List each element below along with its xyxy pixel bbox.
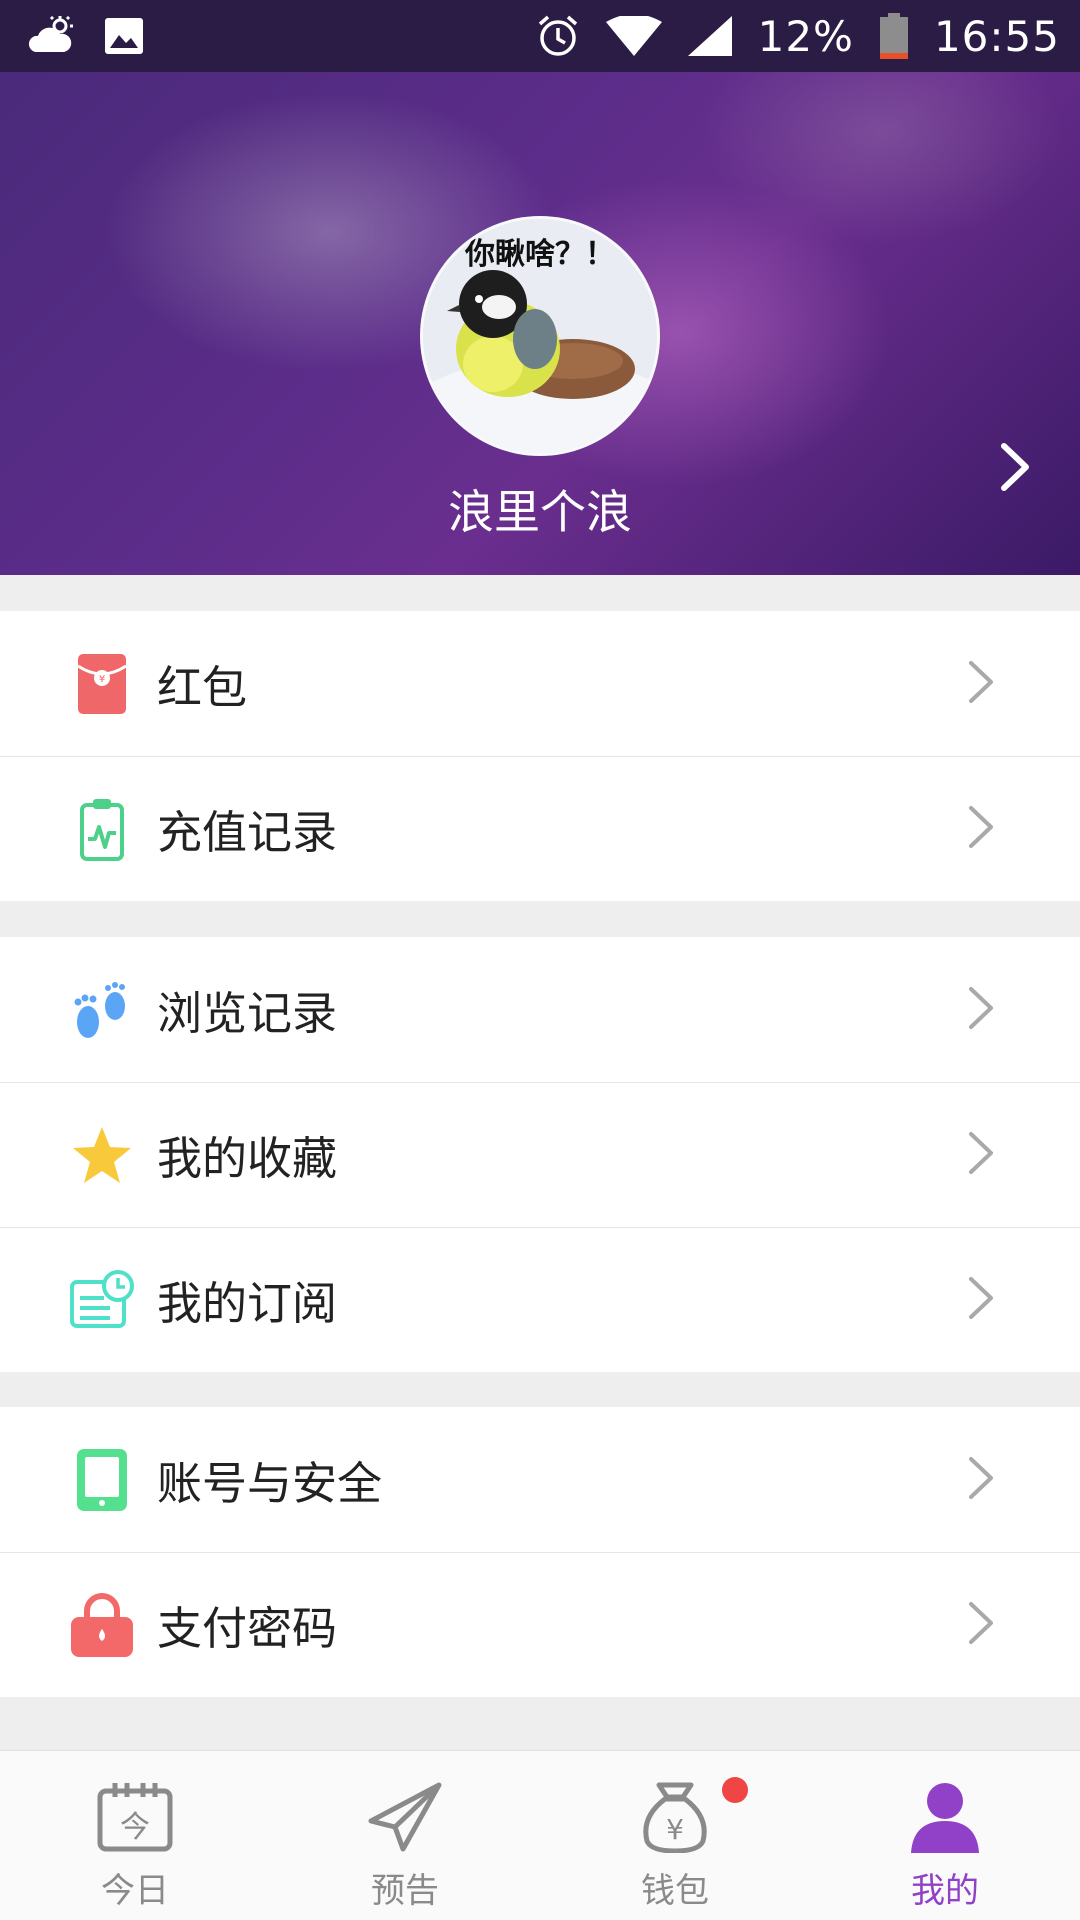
menu-label: 充值记录 — [157, 806, 338, 859]
weather-icon — [28, 16, 78, 56]
nav-label: 今日 — [101, 1871, 169, 1911]
profile-chevron-right-icon[interactable] — [998, 442, 1032, 496]
profile-header[interactable]: 你瞅啥？！ 浪里个浪 — [0, 72, 1080, 575]
status-right: 12% 16:55 — [536, 12, 1060, 61]
avatar[interactable]: 你瞅啥？！ — [420, 216, 660, 456]
menu-label: 我的订阅 — [157, 1277, 338, 1330]
menu-label: 我的收藏 — [157, 1132, 338, 1185]
menu-item-favorites[interactable]: 我的收藏 — [0, 1082, 1080, 1227]
nav-label: 我的 — [911, 1871, 979, 1911]
menu-label: 支付密码 — [157, 1602, 338, 1655]
nav-tab-preview[interactable]: 预告 — [270, 1751, 540, 1920]
wallet-notification-badge — [722, 1777, 748, 1803]
menu-label: 红包 — [157, 661, 248, 714]
status-left — [28, 16, 144, 56]
paper-plane-icon — [365, 1779, 445, 1855]
menu-group-wallet: ¥ 红包 充值记录 — [0, 611, 1080, 901]
svg-text:¥: ¥ — [666, 1813, 684, 1846]
menu-item-red-envelope[interactable]: ¥ 红包 — [0, 611, 1080, 756]
screen: 12% 16:55 你瞅啥？！ 浪里个浪 ¥ 红包 充值记录 浏览记录 我的收藏… — [0, 0, 1080, 1920]
status-bar: 12% 16:55 — [0, 0, 1080, 72]
menu-label: 浏览记录 — [157, 987, 338, 1040]
alarm-icon — [536, 14, 580, 58]
lock-icon — [70, 1592, 134, 1657]
calendar-today-icon: 今 — [95, 1779, 175, 1855]
battery-icon — [879, 13, 908, 59]
nav-label: 预告 — [371, 1871, 439, 1911]
money-bag-icon: ¥ — [635, 1779, 715, 1855]
red-envelope-icon: ¥ — [70, 652, 134, 716]
chevron-right-icon — [966, 1456, 996, 1504]
clock: 16:55 — [933, 11, 1060, 61]
menu-item-account-security[interactable]: 账号与安全 — [0, 1407, 1080, 1552]
chevron-right-icon — [966, 1131, 996, 1179]
nav-tab-wallet[interactable]: ¥ 钱包 — [540, 1751, 810, 1920]
chevron-right-icon — [966, 1601, 996, 1649]
phone-icon — [70, 1448, 134, 1512]
menu-group-security: 账号与安全 支付密码 — [0, 1407, 1080, 1697]
svg-text:¥: ¥ — [99, 674, 105, 685]
battery-percent: 12% — [757, 11, 854, 61]
subscription-clock-icon — [70, 1268, 134, 1332]
menu-group-history: 浏览记录 我的收藏 我的订阅 — [0, 937, 1080, 1372]
wifi-icon — [605, 16, 662, 56]
image-icon — [104, 17, 144, 55]
menu-item-browse-history[interactable]: 浏览记录 — [0, 937, 1080, 1082]
signal-icon — [687, 16, 732, 56]
chevron-right-icon — [966, 805, 996, 853]
chevron-right-icon — [966, 1276, 996, 1324]
nav-tab-me[interactable]: 我的 — [810, 1751, 1080, 1920]
avatar-caption: 你瞅啥？！ — [465, 237, 615, 272]
menu-item-recharge-records[interactable]: 充值记录 — [0, 756, 1080, 901]
bottom-nav: 今 今日 预告 ¥ 钱包 我的 — [0, 1750, 1080, 1920]
star-icon — [70, 1123, 134, 1187]
menu-label: 账号与安全 — [157, 1457, 383, 1510]
chevron-right-icon — [966, 986, 996, 1034]
user-icon — [905, 1779, 985, 1855]
footprints-icon — [70, 978, 134, 1042]
svg-text:今: 今 — [120, 1810, 150, 1845]
nav-label: 钱包 — [641, 1871, 709, 1911]
nav-tab-today[interactable]: 今 今日 — [0, 1751, 270, 1920]
menu-item-payment-password[interactable]: 支付密码 — [0, 1552, 1080, 1697]
chevron-right-icon — [966, 660, 996, 708]
clipboard-chart-icon — [70, 797, 134, 861]
menu-item-subscriptions[interactable]: 我的订阅 — [0, 1227, 1080, 1372]
username[interactable]: 浪里个浪 — [0, 476, 1080, 542]
